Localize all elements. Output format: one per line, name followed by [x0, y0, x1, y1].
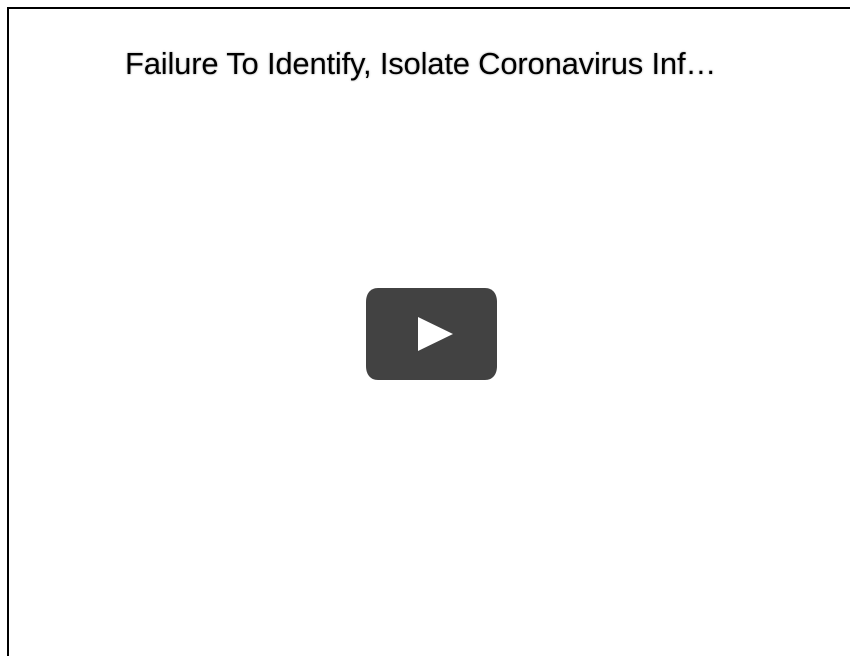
youtube-play-icon: [366, 288, 497, 380]
play-button[interactable]: [364, 286, 499, 382]
video-title[interactable]: Failure To Identify, Isolate Coronavirus…: [125, 46, 825, 82]
